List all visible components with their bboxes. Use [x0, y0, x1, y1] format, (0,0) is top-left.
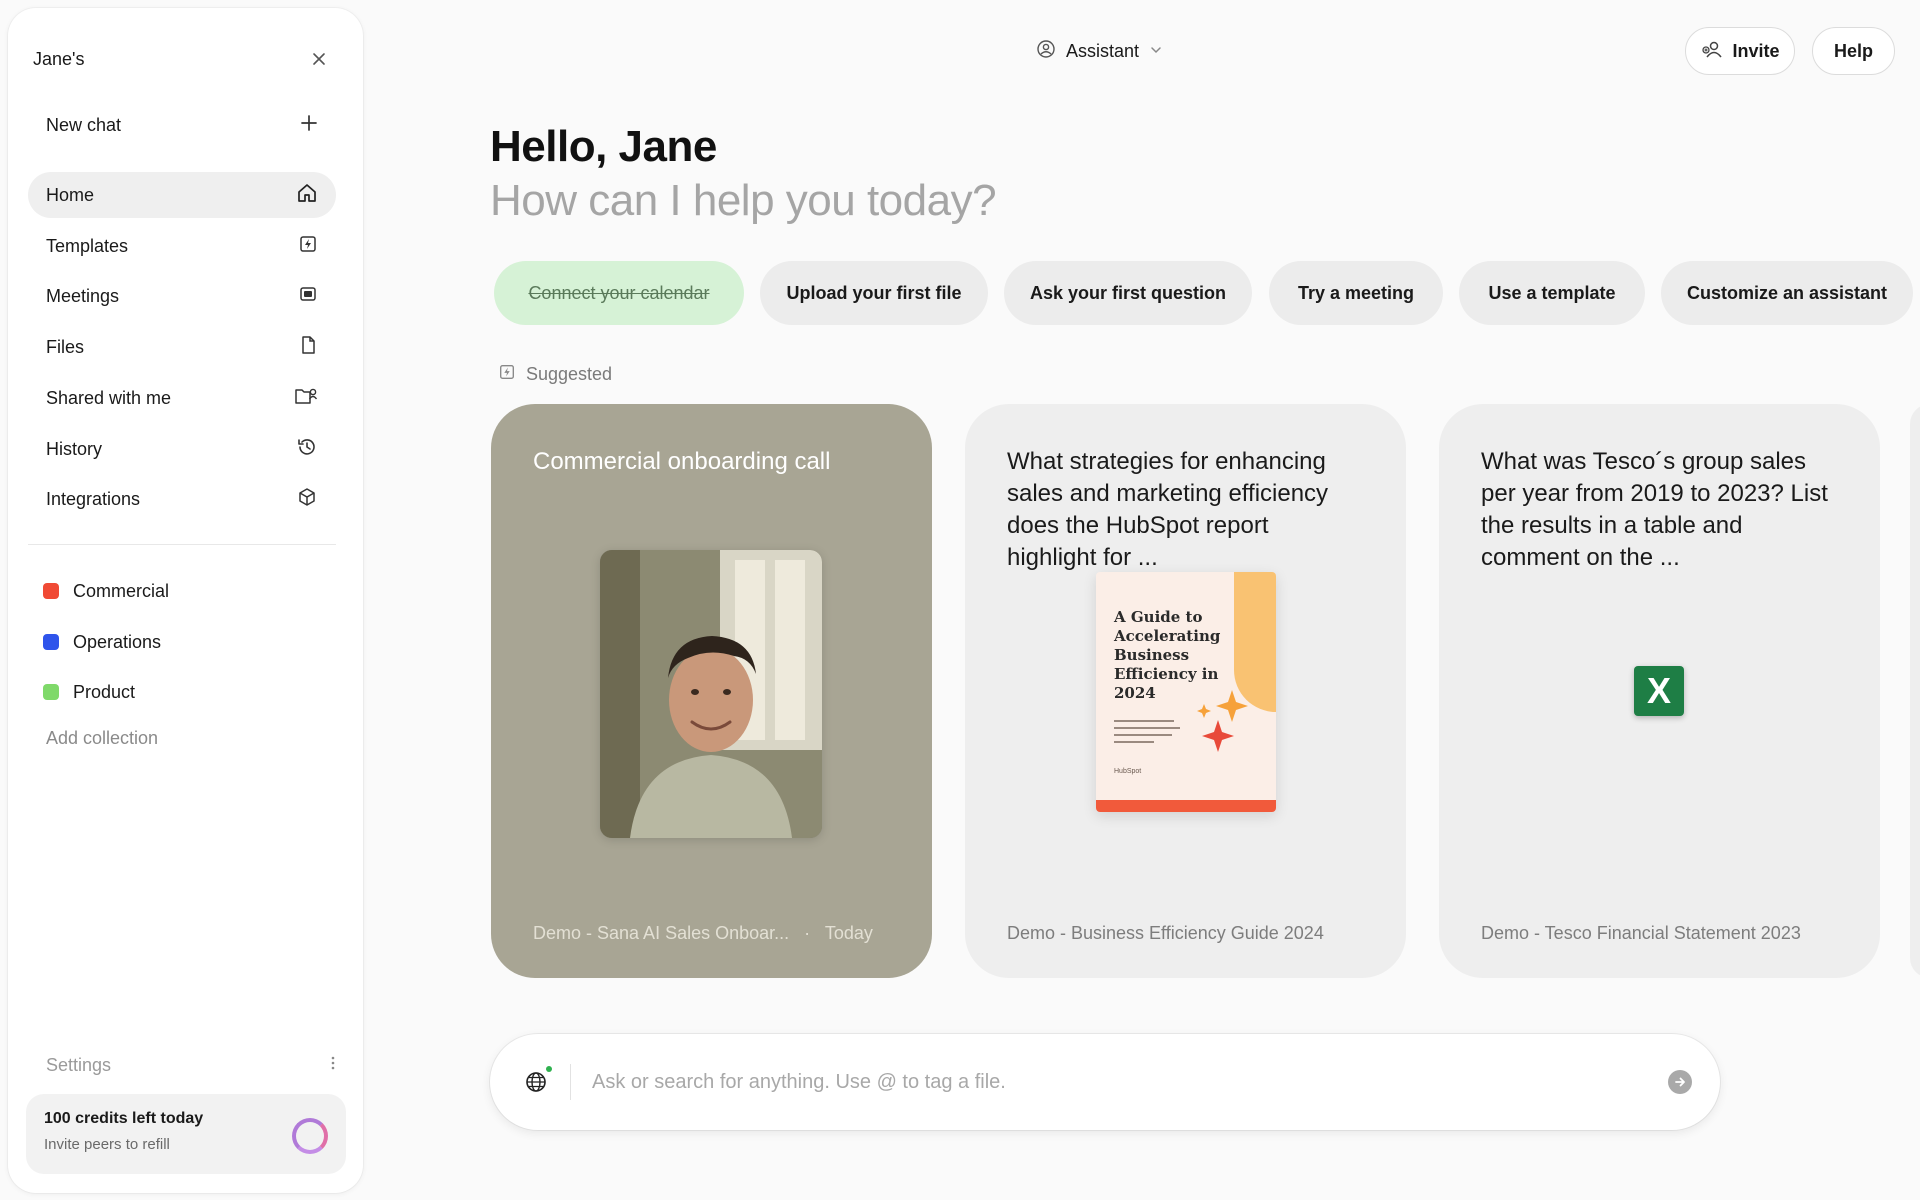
- user-circle-icon: [1036, 39, 1056, 64]
- credits-panel[interactable]: 100 credits left today Invite peers to r…: [26, 1094, 346, 1174]
- card-footer-separator: ·: [794, 923, 821, 943]
- sparkle-icon: [1197, 690, 1248, 752]
- sidebar-item-files[interactable]: Files: [28, 324, 336, 370]
- history-icon: [296, 436, 318, 463]
- sidebar-item-meetings[interactable]: Meetings: [28, 273, 336, 319]
- pdf-thumbnail: A Guide to Accelerating Business Efficie…: [1096, 572, 1276, 812]
- home-icon: [296, 182, 318, 209]
- card-title: What strategies for enhancing sales and …: [1007, 448, 1329, 571]
- invite-users-icon: [1700, 39, 1724, 64]
- pdf-title: A Guide to Accelerating Business Efficie…: [1114, 608, 1221, 702]
- sidebar-item-shared[interactable]: Shared with me: [28, 375, 336, 421]
- pdf-text-line: [1114, 727, 1180, 729]
- credits-subtitle: Invite peers to refill: [44, 1136, 170, 1153]
- credits-ring-icon: [292, 1118, 328, 1154]
- sidebar-item-home[interactable]: Home: [28, 172, 336, 218]
- suggestion-card-hubspot[interactable]: What strategies for enhancing sales and …: [965, 404, 1406, 978]
- send-arrow-icon[interactable]: [1668, 1070, 1692, 1094]
- pill-use-template[interactable]: Use a template: [1459, 261, 1645, 325]
- card-title: What was Tesco´s group sales per year fr…: [1481, 448, 1828, 571]
- new-chat-label: New chat: [46, 114, 122, 135]
- sidebar-item-label: Shared with me: [46, 387, 172, 408]
- collection-color-dot: [43, 583, 59, 599]
- chat-input-bar: [490, 1034, 1720, 1130]
- settings-label: Settings: [46, 1055, 112, 1075]
- suggestion-card-meeting[interactable]: Commercial onboarding call Demo - Sana A…: [491, 404, 932, 978]
- more-vertical-icon[interactable]: [330, 1054, 336, 1077]
- collection-label: Product: [73, 681, 136, 702]
- sidebar-item-label: Templates: [46, 235, 129, 256]
- workspace-name[interactable]: Jane's: [33, 49, 84, 70]
- pill-customize-assistant[interactable]: Customize an assistant: [1661, 261, 1913, 325]
- collection-operations[interactable]: Operations: [43, 627, 161, 657]
- add-collection-button[interactable]: Add collection: [46, 728, 158, 749]
- pdf-footer-bar: [1096, 800, 1276, 812]
- card-footer-time: Today: [824, 923, 873, 943]
- assistant-label: Assistant: [1066, 40, 1140, 61]
- settings-row[interactable]: Settings: [46, 1054, 336, 1077]
- sidebar: Jane's New chat Home Templates Meetings …: [8, 8, 363, 1193]
- sidebar-item-templates[interactable]: Templates: [28, 223, 336, 269]
- sidebar-item-label: Files: [46, 336, 85, 357]
- invite-label: Invite: [1732, 40, 1780, 61]
- card-footer: Demo - Tesco Financial Statement 2023: [1481, 923, 1801, 943]
- globe-icon[interactable]: [524, 1070, 548, 1094]
- suggested-heading: Suggested: [498, 363, 612, 386]
- collection-label: Commercial: [73, 580, 170, 601]
- pill-try-meeting[interactable]: Try a meeting: [1269, 261, 1443, 325]
- greeting-subtitle: How can I help you today?: [490, 176, 997, 225]
- pdf-text-line: [1114, 720, 1174, 722]
- close-icon[interactable]: [305, 45, 333, 73]
- card-footer-source: Demo - Sana AI Sales Onboar...: [533, 923, 790, 943]
- meeting-video-thumbnail: [600, 550, 822, 838]
- card-footer: Demo - Sana AI Sales Onboar... · Today: [533, 923, 873, 944]
- file-icon: [298, 335, 318, 360]
- sidebar-item-integrations[interactable]: Integrations: [28, 476, 336, 522]
- pill-connect-calendar[interactable]: Connect your calendar: [494, 261, 744, 325]
- sidebar-item-label: Meetings: [46, 285, 120, 306]
- sidebar-divider: [28, 544, 336, 545]
- credits-title: 100 credits left today: [44, 1110, 204, 1127]
- plus-icon: [300, 114, 318, 137]
- card-footer: Demo - Business Efficiency Guide 2024: [1007, 923, 1324, 943]
- chevron-down-icon: [1149, 41, 1163, 62]
- suggested-label: Suggested: [526, 364, 613, 384]
- collection-product[interactable]: Product: [43, 677, 135, 707]
- excel-file-icon: X: [1634, 666, 1684, 716]
- pill-upload-file[interactable]: Upload your first file: [760, 261, 988, 325]
- card-title: Commercial onboarding call: [533, 448, 831, 475]
- cube-icon: [296, 486, 318, 513]
- pdf-text-line: [1114, 741, 1154, 743]
- suggestion-card-tesco[interactable]: What was Tesco´s group sales per year fr…: [1439, 404, 1880, 978]
- lightning-icon: [298, 234, 318, 259]
- chat-input[interactable]: [592, 1064, 1592, 1100]
- sidebar-header: Jane's: [33, 44, 333, 74]
- input-separator: [570, 1064, 571, 1100]
- web-search-status-dot: [546, 1066, 552, 1072]
- invite-button[interactable]: Invite: [1685, 27, 1795, 75]
- collection-color-dot: [43, 634, 59, 650]
- sidebar-item-label: Home: [46, 184, 95, 205]
- pdf-text-line: [1114, 734, 1172, 736]
- sidebar-item-label: Integrations: [46, 488, 141, 509]
- suggestion-card-partial[interactable]: [1910, 404, 1920, 978]
- greeting-title: Hello, Jane: [490, 122, 717, 171]
- collection-color-dot: [43, 684, 59, 700]
- pdf-brand: HubSpot: [1114, 768, 1142, 775]
- video-icon: [298, 284, 318, 309]
- sidebar-item-history[interactable]: History: [28, 426, 336, 472]
- collection-label: Operations: [73, 631, 162, 652]
- shared-folder-icon: [294, 386, 318, 411]
- new-chat-button[interactable]: New chat: [28, 102, 336, 148]
- pill-ask-question[interactable]: Ask your first question: [1004, 261, 1252, 325]
- sidebar-item-label: History: [46, 438, 103, 459]
- collection-commercial[interactable]: Commercial: [43, 576, 169, 606]
- help-button[interactable]: Help: [1812, 27, 1895, 75]
- help-label: Help: [1833, 40, 1873, 61]
- assistant-selector[interactable]: Assistant: [1036, 36, 1163, 66]
- lightning-icon: [498, 363, 516, 386]
